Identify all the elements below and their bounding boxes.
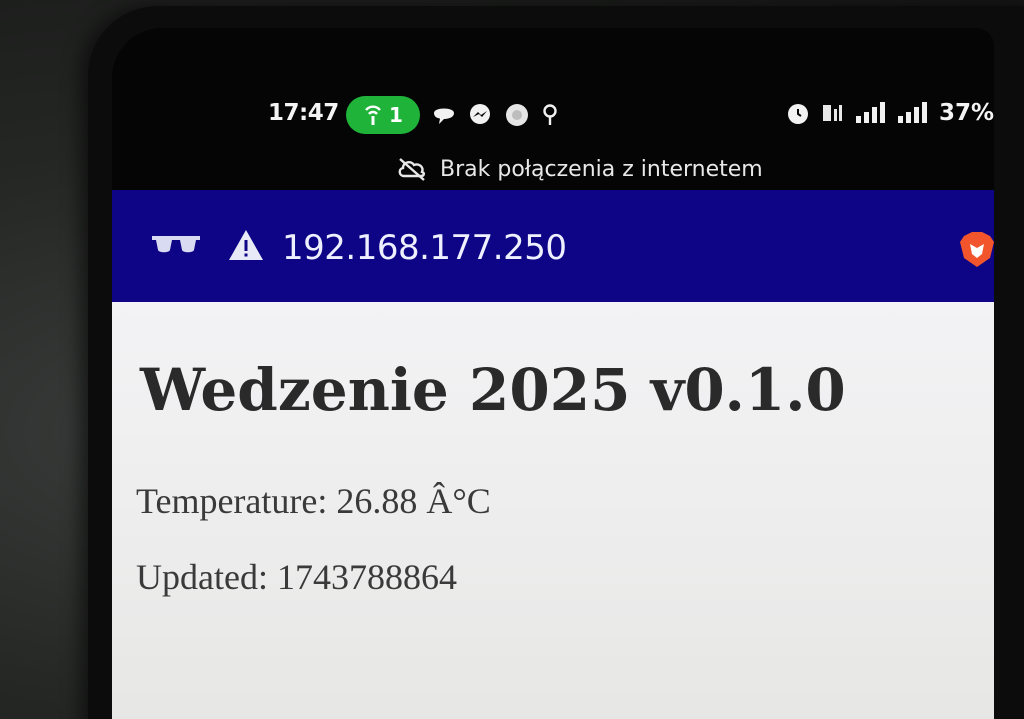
- brave-icon[interactable]: [960, 230, 994, 268]
- status-time: 17:47: [268, 100, 339, 126]
- system-icons: 37%: [785, 100, 994, 126]
- signal-icon: [855, 102, 885, 123]
- updated-label: Updated:: [136, 557, 268, 597]
- temperature-reading: Temperature: 26.88 Â°C: [136, 480, 491, 522]
- incognito-icon[interactable]: [152, 234, 200, 256]
- updated-reading: Updated: 1743788864: [136, 556, 457, 598]
- no-internet-banner: Brak połączenia z internetem: [396, 156, 763, 182]
- volte-icon: [822, 105, 842, 121]
- messenger-icon: [470, 104, 490, 124]
- battery-percentage: 37%: [938, 100, 994, 126]
- phone-screen: 17:47 1 37% Brak połączenia z internetem…: [112, 28, 994, 719]
- temperature-label: Temperature:: [136, 481, 328, 521]
- status-bar: 17:47 1 37%: [112, 90, 994, 140]
- browser-toolbar: 192.168.177.250: [112, 190, 994, 302]
- no-internet-message: Brak połączenia z internetem: [440, 156, 763, 182]
- url-bar[interactable]: 192.168.177.250: [282, 228, 567, 268]
- signal-icon: [897, 102, 927, 123]
- photo-scene: 17:47 1 37% Brak połączenia z internetem…: [0, 0, 1024, 719]
- updated-value: 1743788864: [276, 557, 457, 597]
- location-icon: [543, 104, 557, 125]
- hotspot-count: 1: [389, 103, 403, 127]
- hotspot-indicator[interactable]: 1: [346, 96, 420, 134]
- page-title: Wedzenie 2025 v0.1.0: [140, 356, 846, 424]
- app-notification-icon: [506, 104, 528, 126]
- chat-bubble-icon: [434, 108, 454, 124]
- warning-icon[interactable]: [228, 228, 264, 262]
- cloud-off-icon: [398, 158, 425, 181]
- web-page: Wedzenie 2025 v0.1.0 Temperature: 26.88 …: [112, 302, 994, 719]
- notification-icons: [432, 102, 558, 128]
- alarm-icon: [787, 104, 808, 124]
- temperature-value: 26.88 Â°C: [336, 481, 491, 521]
- hotspot-icon: [365, 105, 381, 125]
